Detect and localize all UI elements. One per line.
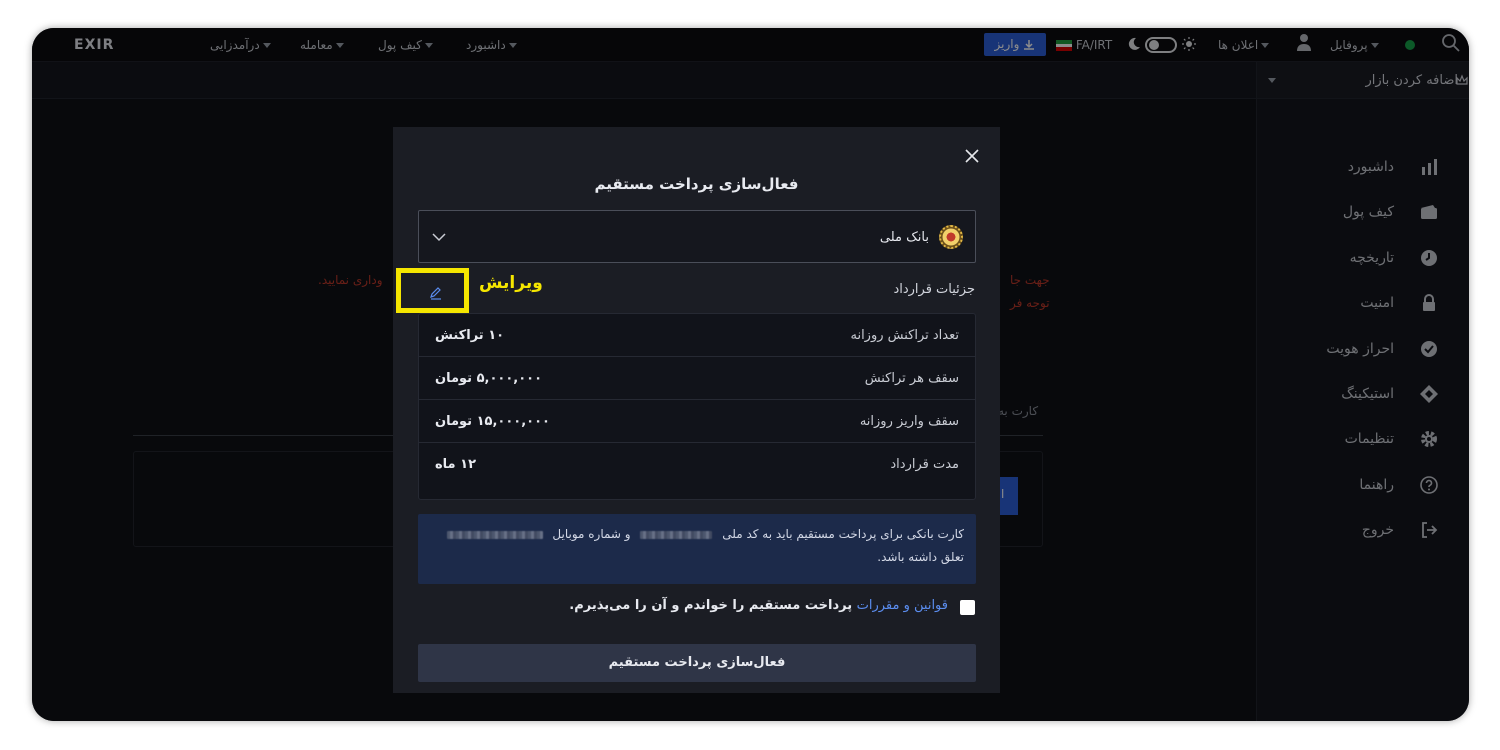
app-window: EXIR درآمدزایی معامله کیف پول داشبورد وا…: [32, 28, 1469, 721]
edit-annotation-label: ویرایش: [479, 273, 543, 293]
modal-title: فعال‌سازی پرداخت مستقیم: [594, 175, 799, 193]
info-line-1: کارت بانکی برای پرداخت مستقیم باید به کد…: [441, 527, 964, 541]
bank-select[interactable]: بانک ملی: [418, 210, 976, 263]
direct-payment-modal: فعال‌سازی پرداخت مستقیم بانک ملی ویرایش …: [393, 127, 1000, 693]
activate-direct-payment-button[interactable]: فعال‌سازی پرداخت مستقیم: [418, 644, 976, 682]
contract-details-table: تعداد تراکنش روزانه ۱۰ تراکنش سقف هر ترا…: [418, 313, 976, 500]
table-row: تعداد تراکنش روزانه ۱۰ تراکنش: [419, 314, 975, 357]
info-line-2: تعلق داشته باشد.: [877, 550, 964, 564]
table-row: سقف واریز روزانه ۱۵,۰۰۰,۰۰۰ تومان: [419, 400, 975, 443]
bank-melli-logo: [939, 225, 963, 249]
close-icon[interactable]: [963, 147, 981, 165]
highlight-box: [396, 268, 469, 313]
table-row: سقف هر تراکنش ۵,۰۰۰,۰۰۰ تومان: [419, 357, 975, 400]
blurred-mobile-number: [446, 530, 543, 539]
blurred-national-code: [640, 530, 713, 539]
terms-checkbox[interactable]: [960, 600, 975, 615]
terms-link[interactable]: قوانین و مقررات: [857, 598, 948, 613]
table-row: مدت قرارداد ۱۲ ماه: [435, 457, 959, 472]
contract-details-label: جزئیات قرارداد: [893, 282, 975, 297]
chevron-down-icon: [432, 233, 446, 242]
terms-text: قوانین و مقررات پرداخت مستقیم را خواندم …: [569, 598, 948, 613]
info-notice: کارت بانکی برای پرداخت مستقیم باید به کد…: [418, 514, 976, 584]
bank-name: بانک ملی: [879, 230, 929, 245]
pencil-icon[interactable]: [429, 286, 443, 300]
